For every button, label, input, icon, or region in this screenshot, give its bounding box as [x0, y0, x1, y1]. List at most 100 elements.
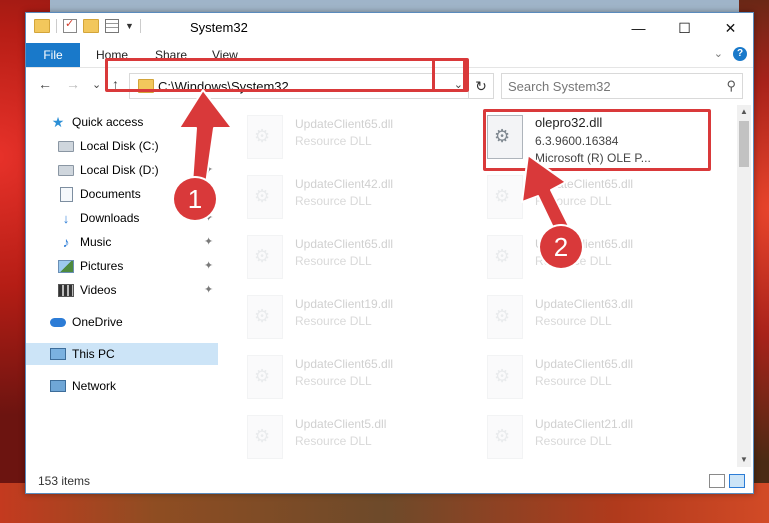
sidebar-item-pictures[interactable]: Pictures ✦	[26, 255, 218, 277]
toolbar-separator	[139, 19, 141, 33]
item-count: 153 items	[38, 474, 91, 488]
file-type: Resource DLL	[295, 134, 372, 148]
search-box[interactable]: Search System32 ⚲	[501, 73, 743, 99]
onedrive-icon	[50, 317, 66, 327]
music-icon: ♪	[62, 234, 70, 250]
dll-file-icon	[487, 115, 523, 159]
dll-file-icon	[247, 115, 283, 159]
expand-ribbon-icon[interactable]: ⌄	[714, 47, 723, 60]
file-type: Resource DLL	[295, 314, 372, 328]
search-icon[interactable]: ⚲	[726, 78, 736, 94]
file-description: Microsoft (R) OLE P...	[535, 151, 651, 165]
downloads-icon: ↓	[62, 210, 70, 226]
tab-file[interactable]: File	[26, 43, 80, 67]
dll-file-icon	[247, 235, 283, 279]
up-button[interactable]: ↑	[112, 76, 119, 92]
file-type: Resource DLL	[535, 314, 612, 328]
file-explorer-window: ▼ System32 — ☐ ✕ File Home Share View ⌄ …	[25, 12, 754, 494]
sidebar-item-onedrive[interactable]: OneDrive	[26, 311, 218, 333]
file-type: Resource DLL	[535, 194, 612, 208]
file-item[interactable]: UpdateClient65.dll Resource DLL	[247, 115, 477, 171]
file-item[interactable]: UpdateClient21.dll Resource DLL	[487, 415, 717, 467]
sidebar-item-music[interactable]: ♪ Music ✦	[26, 231, 218, 253]
scroll-down-icon[interactable]: ▼	[737, 453, 751, 467]
file-item[interactable]: UpdateClient65.dll Resource DLL	[487, 235, 717, 291]
dll-file-icon	[487, 175, 523, 219]
pin-icon[interactable]: ✦	[204, 139, 213, 152]
scroll-up-icon[interactable]: ▲	[737, 105, 751, 119]
scroll-thumb[interactable]	[739, 121, 749, 167]
file-item-olepro32[interactable]: olepro32.dll 6.3.9600.16384 Microsoft (R…	[487, 115, 717, 171]
window-title: System32	[190, 20, 248, 35]
file-name: UpdateClient65.dll	[535, 177, 634, 191]
address-bar[interactable]: C:\Windows\System32 ⌄ ↻	[129, 73, 494, 99]
maximize-button[interactable]: ☐	[662, 13, 707, 43]
file-name: UpdateClient5.dll	[295, 417, 387, 431]
search-input[interactable]: Search System32	[508, 79, 611, 94]
pin-icon[interactable]: ✦	[204, 283, 213, 296]
tab-home[interactable]: Home	[96, 48, 128, 62]
address-path[interactable]: C:\Windows\System32	[158, 79, 289, 94]
sidebar-item-quick-access[interactable]: ★ Quick access	[26, 111, 218, 133]
toolbar-separator	[56, 19, 57, 33]
sidebar-item-label: Music	[80, 235, 112, 249]
details-view-icon[interactable]	[709, 474, 725, 488]
dll-file-icon	[487, 235, 523, 279]
large-icons-view-icon[interactable]	[729, 474, 745, 488]
address-dropdown-icon[interactable]: ⌄	[454, 78, 463, 91]
pin-icon[interactable]: ✦	[204, 259, 213, 272]
file-name: UpdateClient42.dll	[295, 177, 394, 191]
quick-access-toolbar: ▼	[34, 17, 141, 33]
file-list: UpdateClient65.dll Resource DLL UpdateCl…	[219, 105, 737, 467]
properties-check-icon[interactable]	[63, 17, 77, 33]
file-item[interactable]: UpdateClient19.dll Resource DLL	[247, 295, 477, 351]
network-icon	[50, 380, 66, 392]
new-folder-icon[interactable]	[83, 19, 99, 33]
file-item[interactable]: UpdateClient65.dll Resource DLL	[487, 175, 717, 231]
sidebar-item-this-pc[interactable]: This PC	[26, 343, 218, 365]
drive-icon	[58, 164, 74, 176]
ribbon: File Home Share View ⌄ ?	[26, 43, 753, 68]
sidebar-item-network[interactable]: Network	[26, 375, 218, 397]
vertical-scrollbar[interactable]: ▲ ▼	[737, 105, 751, 467]
help-icon[interactable]: ?	[733, 47, 747, 61]
step-2-badge: 2	[540, 226, 582, 268]
pin-icon[interactable]: ✦	[204, 235, 213, 248]
drive-icon	[58, 140, 74, 152]
forward-button[interactable]: →	[66, 76, 80, 92]
dll-file-icon	[247, 175, 283, 219]
navigation-bar: ← → ⌄ ↑ C:\Windows\System32 ⌄ ↻ Search S…	[26, 68, 753, 102]
file-name: UpdateClient63.dll	[535, 297, 634, 311]
sidebar-item-label: Documents	[80, 187, 141, 201]
documents-icon	[59, 186, 73, 202]
sidebar-item-videos[interactable]: Videos ✦	[26, 279, 218, 301]
file-item[interactable]: UpdateClient42.dll Resource DLL	[247, 175, 477, 231]
file-item[interactable]: UpdateClient65.dll Resource DLL	[247, 235, 477, 291]
file-name: UpdateClient19.dll	[295, 297, 394, 311]
file-name: UpdateClient65.dll	[295, 117, 394, 131]
star-icon: ★	[51, 113, 65, 130]
back-button[interactable]: ←	[38, 76, 52, 92]
rename-icon[interactable]	[105, 19, 119, 33]
file-type: Resource DLL	[295, 434, 372, 448]
file-item[interactable]: UpdateClient65.dll Resource DLL	[487, 355, 717, 411]
customize-toolbar-icon[interactable]: ▼	[125, 21, 134, 31]
dll-file-icon	[487, 355, 523, 399]
file-item[interactable]: UpdateClient63.dll Resource DLL	[487, 295, 717, 351]
sidebar-item-label: Local Disk (D:)	[80, 163, 159, 177]
title-bar: ▼ System32 — ☐ ✕	[26, 13, 753, 43]
dll-file-icon	[487, 415, 523, 459]
pin-icon[interactable]: ✦	[204, 163, 213, 176]
file-type: Resource DLL	[295, 374, 372, 388]
file-item[interactable]: UpdateClient65.dll Resource DLL	[247, 355, 477, 411]
recent-locations-button[interactable]: ⌄	[92, 78, 101, 91]
minimize-button[interactable]: —	[616, 13, 661, 43]
status-bar: 153 items	[26, 469, 753, 493]
sidebar-item-local-disk-c[interactable]: Local Disk (C:) ✦	[26, 135, 218, 157]
sidebar-item-label: OneDrive	[72, 315, 123, 329]
close-button[interactable]: ✕	[708, 13, 753, 43]
file-item[interactable]: UpdateClient5.dll Resource DLL	[247, 415, 477, 467]
tab-view[interactable]: View	[212, 48, 238, 62]
refresh-button[interactable]: ↻	[468, 74, 493, 98]
tab-share[interactable]: Share	[155, 48, 187, 62]
